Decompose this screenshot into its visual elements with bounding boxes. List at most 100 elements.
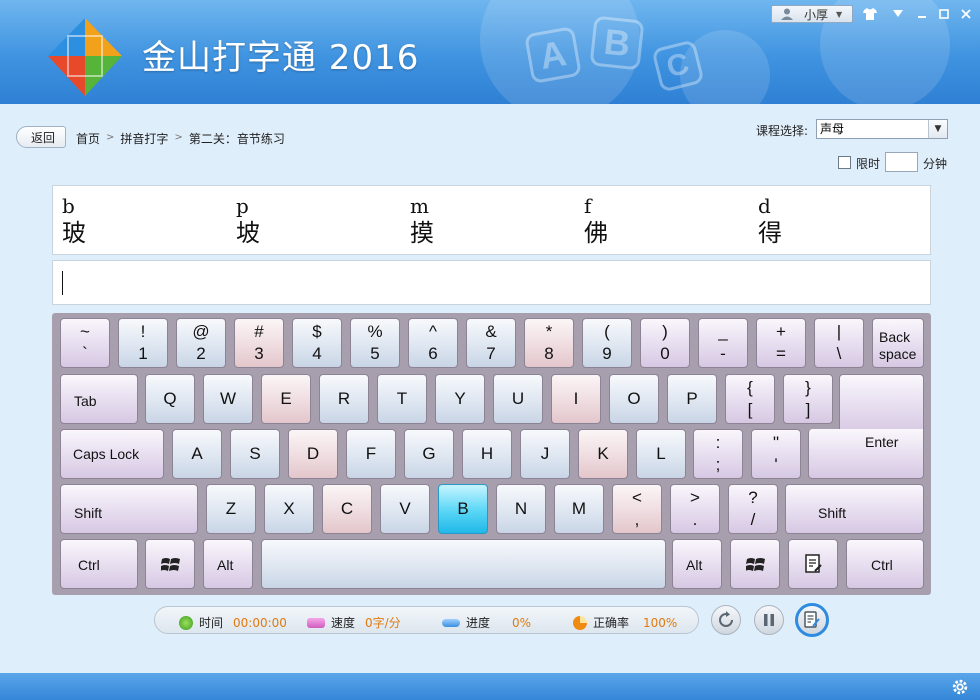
key-label: [ [747, 400, 753, 419]
key-u[interactable]: U [493, 374, 543, 424]
minimize-button[interactable] [912, 5, 932, 23]
enter-key[interactable] [839, 374, 924, 434]
key-m[interactable]: M [554, 484, 604, 534]
space-key[interactable] [261, 539, 666, 589]
breadcrumb-home[interactable]: 首页 [76, 130, 100, 147]
time-limit-unit: 分钟 [923, 157, 948, 171]
key-2[interactable]: @2 [176, 318, 226, 368]
syllable-pinyin: d [758, 194, 771, 218]
pause-button[interactable] [754, 605, 784, 635]
key-`[interactable]: ~ ` [60, 318, 110, 368]
restart-icon [719, 611, 733, 627]
key-s[interactable]: S [230, 429, 280, 479]
user-menu[interactable]: 小厚 ▼ [771, 5, 853, 23]
key-x[interactable]: X [264, 484, 314, 534]
close-button[interactable] [956, 5, 976, 23]
footer-bar [0, 673, 980, 700]
key-j[interactable]: J [520, 429, 570, 479]
menu-button[interactable] [888, 5, 908, 23]
time-limit-input[interactable] [885, 152, 918, 172]
breadcrumb-pinyin[interactable]: 拼音打字 [120, 130, 168, 147]
key-label: U [511, 389, 525, 408]
key-;[interactable]: :; [693, 429, 743, 479]
backspace-key[interactable]: Back space [872, 318, 924, 368]
typing-input[interactable] [52, 260, 931, 305]
gear-icon[interactable] [950, 678, 970, 696]
key-1[interactable]: ! 1 [118, 318, 168, 368]
key-r[interactable]: R [319, 374, 369, 424]
enter-key[interactable]: Enter [808, 429, 924, 479]
key-label: G [422, 444, 436, 463]
caps-lock-key[interactable]: Caps Lock [60, 429, 164, 479]
syllable-hanzi: 摸 [410, 219, 434, 247]
key-p[interactable]: P [667, 374, 717, 424]
key-d[interactable]: D [288, 429, 338, 479]
key-,[interactable]: <, [612, 484, 662, 534]
key-w[interactable]: W [203, 374, 253, 424]
test-report-button[interactable] [795, 603, 829, 637]
key-3[interactable]: #3 [234, 318, 284, 368]
skin-button[interactable] [860, 5, 880, 23]
tab-key[interactable]: Tab [60, 374, 138, 424]
key-y[interactable]: Y [435, 374, 485, 424]
course-select[interactable]: 声母 ▼ [816, 119, 948, 139]
accuracy-pie-icon [573, 615, 587, 630]
key-.[interactable]: >. [670, 484, 720, 534]
key-4[interactable]: $4 [292, 318, 342, 368]
key-/[interactable]: ? / [728, 484, 778, 534]
key-h[interactable]: H [462, 429, 512, 479]
key-[[interactable]: {[ [725, 374, 775, 424]
left-windows-key[interactable] [145, 539, 195, 589]
chevron-down-icon[interactable]: ▼ [928, 120, 947, 138]
left-shift-key[interactable]: Shift [60, 484, 198, 534]
key-k[interactable]: K [578, 429, 628, 479]
right-shift-key[interactable]: Shift [785, 484, 924, 534]
key-n[interactable]: N [496, 484, 546, 534]
key-][interactable]: }] [783, 374, 833, 424]
key-b[interactable]: B [438, 484, 488, 534]
right-ctrl-key[interactable]: Ctrl [846, 539, 924, 589]
course-select-value: 声母 [820, 122, 845, 136]
key-label: * [545, 322, 553, 341]
key-0[interactable]: ) 0 [640, 318, 690, 368]
key-7[interactable]: & 7 [466, 318, 516, 368]
key-label: ( [604, 322, 610, 341]
key-a[interactable]: A [172, 429, 222, 479]
menu-key[interactable] [788, 539, 838, 589]
time-limit-checkbox[interactable] [838, 156, 851, 169]
key-label: 8 [544, 344, 554, 363]
key-g[interactable]: G [404, 429, 454, 479]
right-windows-key[interactable] [730, 539, 780, 589]
key-label: Shift [818, 505, 847, 521]
key-z[interactable]: Z [206, 484, 256, 534]
key-c[interactable]: C [322, 484, 372, 534]
syllable-hanzi: 得 [758, 219, 782, 247]
key-t[interactable]: T [377, 374, 427, 424]
key-e[interactable]: E [261, 374, 311, 424]
key-label: \ [836, 344, 842, 363]
key-label: _ [718, 322, 728, 341]
key-'[interactable]: " ' [751, 429, 801, 479]
maximize-button[interactable] [934, 5, 954, 23]
key-q[interactable]: Q [145, 374, 195, 424]
key--[interactable]: _ - [698, 318, 748, 368]
key-9[interactable]: (9 [582, 318, 632, 368]
key-label: W [219, 389, 237, 408]
restart-button[interactable] [711, 605, 741, 635]
back-button[interactable]: 返回 [16, 126, 66, 148]
key-\[interactable]: | \ [814, 318, 864, 368]
document-edit-icon [804, 611, 820, 628]
key-o[interactable]: O [609, 374, 659, 424]
right-alt-key[interactable]: Alt [672, 539, 722, 589]
key-f[interactable]: F [346, 429, 396, 479]
left-alt-key[interactable]: Alt [203, 539, 253, 589]
key-i[interactable]: I [551, 374, 601, 424]
key-l[interactable]: L [636, 429, 686, 479]
key-8[interactable]: * 8 [524, 318, 574, 368]
key-6[interactable]: ^ 6 [408, 318, 458, 368]
key-=[interactable]: + = [756, 318, 806, 368]
key-v[interactable]: V [380, 484, 430, 534]
left-ctrl-key[interactable]: Ctrl [60, 539, 138, 589]
key-label: X [283, 499, 295, 518]
key-5[interactable]: % 5 [350, 318, 400, 368]
